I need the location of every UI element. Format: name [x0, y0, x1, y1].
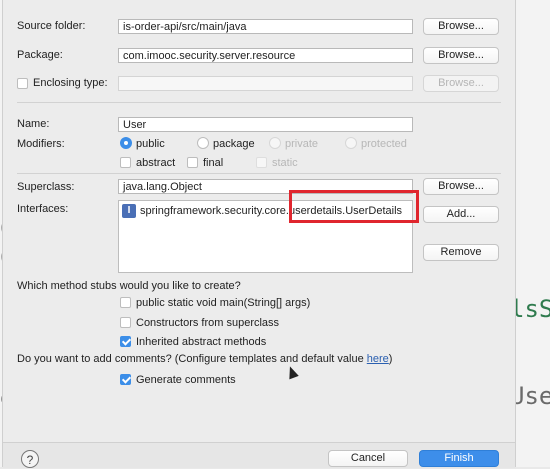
modifier-abstract-label: abstract — [136, 157, 176, 169]
modifier-protected-label: protected — [361, 138, 407, 150]
superclass-browse-button[interactable]: Browse... — [423, 178, 499, 195]
package-label: Package: — [17, 49, 63, 61]
modifier-final-label: final — [203, 157, 224, 169]
source-folder-label: Source folder: — [17, 20, 86, 32]
stub-constructors-label: Constructors from superclass — [136, 317, 280, 329]
modifier-static-checkbox[interactable] — [256, 157, 267, 168]
templates-link[interactable]: here — [367, 353, 389, 365]
name-label: Name: — [17, 118, 50, 130]
enclosing-type-browse-button[interactable]: Browse... — [423, 75, 499, 92]
interfaces-add-button[interactable]: Add... — [423, 206, 499, 223]
stub-main-label: public static void main(String[] args) — [136, 297, 311, 309]
modifier-protected-radio[interactable] — [345, 137, 357, 149]
comments-question: Do you want to add comments? (Configure … — [17, 353, 392, 365]
superclass-label: Superclass: — [17, 181, 75, 193]
enclosing-type-field[interactable] — [118, 76, 413, 91]
comments-question-suffix: ) — [388, 353, 393, 365]
separator — [17, 102, 501, 103]
method-stubs-question: Which method stubs would you like to cre… — [17, 280, 241, 292]
interfaces-label: Interfaces: — [17, 203, 69, 215]
generate-comments-label: Generate comments — [136, 374, 236, 386]
modifier-final-checkbox[interactable] — [187, 157, 198, 168]
modifier-static-label: static — [272, 157, 298, 169]
stub-inherited-checkbox[interactable] — [120, 336, 131, 347]
stub-inherited-label: Inherited abstract methods — [136, 336, 267, 348]
bg-code-fragment: lsS — [510, 295, 550, 323]
modifiers-label: Modifiers: — [17, 138, 65, 150]
stub-main-checkbox[interactable] — [120, 297, 131, 308]
highlight-box — [289, 190, 419, 223]
separator — [17, 173, 501, 174]
modifier-package-radio[interactable] — [197, 137, 209, 149]
interface-icon: I — [122, 204, 136, 218]
stub-constructors-checkbox[interactable] — [120, 317, 131, 328]
name-field[interactable]: User — [118, 117, 413, 132]
package-browse-button[interactable]: Browse... — [423, 47, 499, 64]
enclosing-type-checkbox[interactable] — [17, 78, 28, 89]
modifier-public-radio[interactable] — [120, 137, 132, 149]
modifier-public-label: public — [136, 138, 165, 150]
package-field[interactable]: com.imooc.security.server.resource — [118, 48, 413, 63]
cancel-button[interactable]: Cancel — [328, 450, 408, 467]
interfaces-remove-button[interactable]: Remove — [423, 244, 499, 261]
generate-comments-checkbox[interactable] — [120, 374, 131, 385]
mouse-cursor-icon — [285, 364, 299, 380]
modifier-package-label: package — [213, 138, 255, 150]
finish-button[interactable]: Finish — [419, 450, 499, 467]
help-icon[interactable]: ? — [21, 450, 39, 468]
new-class-dialog: Source folder: is-order-api/src/main/jav… — [2, 0, 516, 468]
bg-code-fragment: Use — [510, 382, 550, 410]
comments-question-text: Do you want to add comments? (Configure … — [17, 353, 367, 365]
modifier-abstract-checkbox[interactable] — [120, 157, 131, 168]
modifier-private-label: private — [285, 138, 319, 150]
source-folder-field[interactable]: is-order-api/src/main/java — [118, 19, 413, 34]
enclosing-type-label: Enclosing type: — [33, 77, 108, 89]
modifier-private-radio[interactable] — [269, 137, 281, 149]
source-folder-browse-button[interactable]: Browse... — [423, 18, 499, 35]
dialog-footer: ? Cancel Finish — [3, 442, 515, 468]
